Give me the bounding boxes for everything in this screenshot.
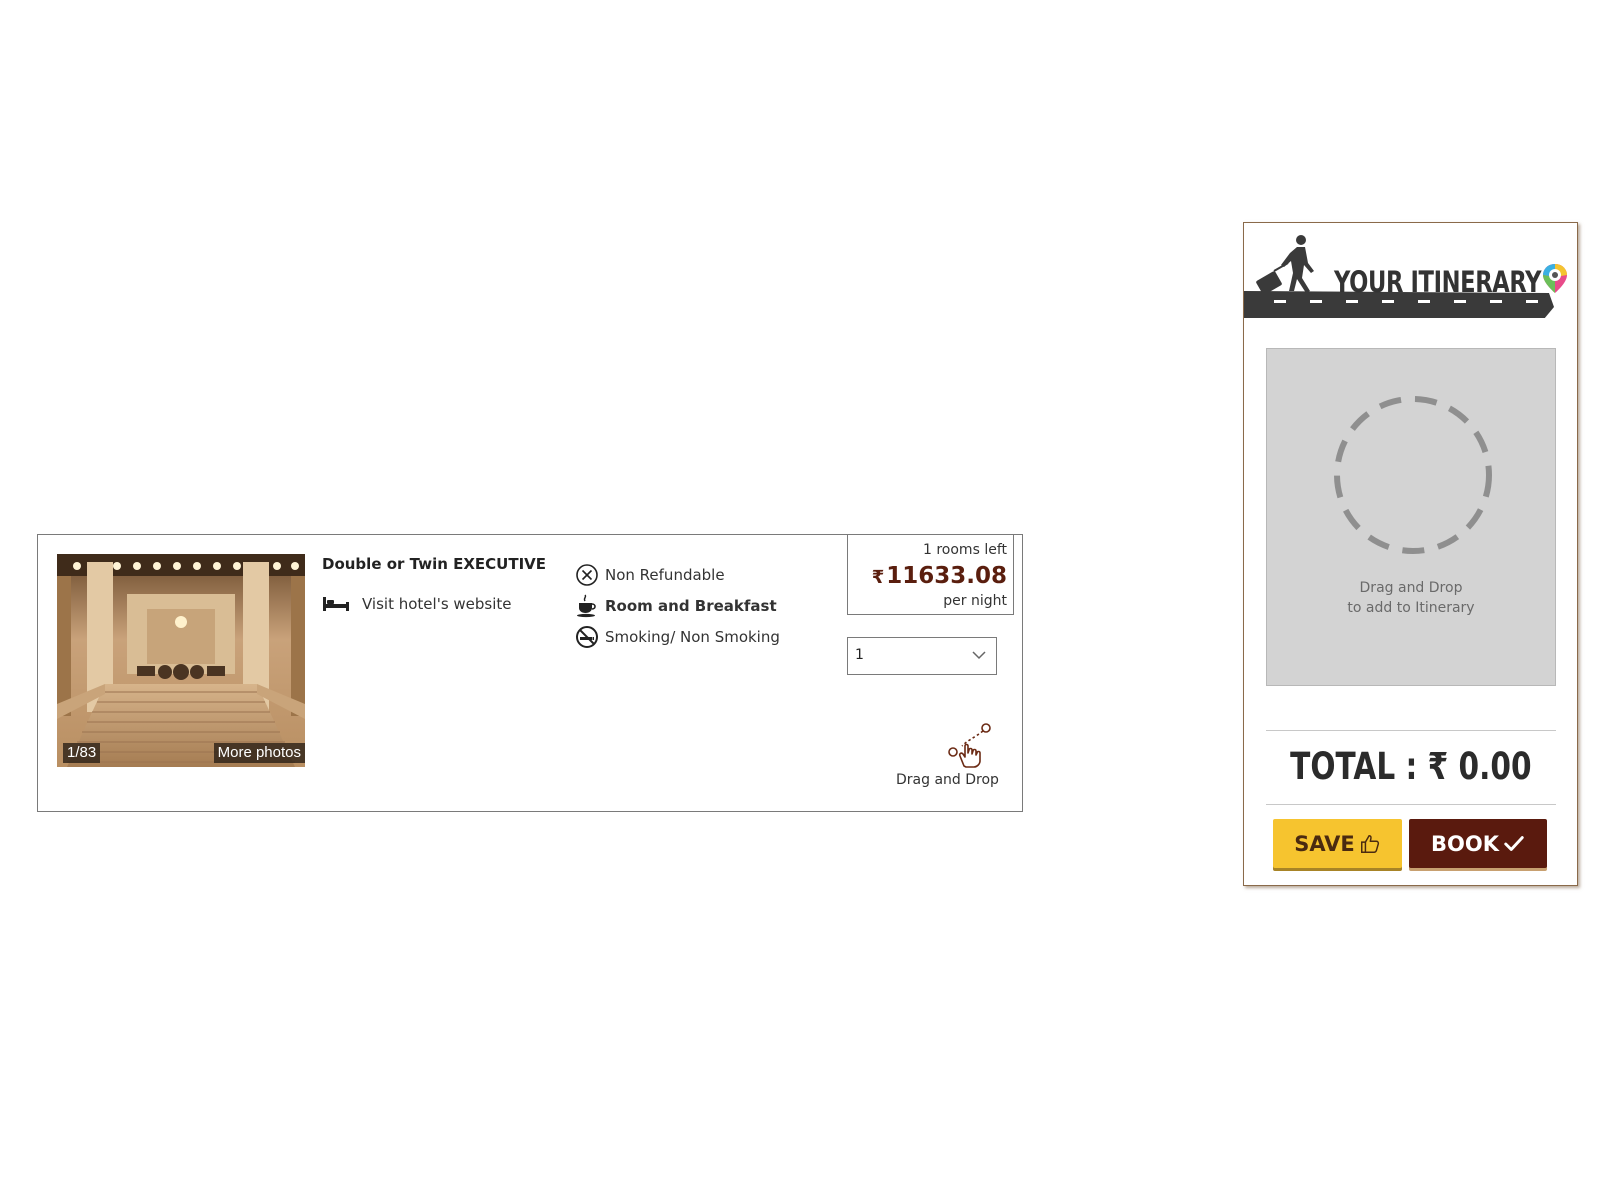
feature-meal: Room and Breakfast [575, 594, 777, 618]
divider [1266, 730, 1556, 731]
bed-icon [323, 597, 349, 611]
price-currency: ₹ [871, 567, 885, 588]
room-quantity-select[interactable]: 1 [847, 637, 997, 675]
itinerary-header: YOUR ITINERARY [1244, 233, 1577, 319]
drag-and-drop-handle[interactable]: Drag and Drop [894, 720, 1004, 794]
hotel-website-link[interactable]: Visit hotel's website [322, 595, 512, 613]
room-card: 1/83 More photos Double or Twin EXECUTIV… [37, 534, 1023, 812]
hotel-website-label: Visit hotel's website [362, 595, 512, 613]
itinerary-drop-zone[interactable]: Drag and Drop to add to Itinerary [1266, 348, 1556, 686]
coffee-cup-icon [577, 594, 596, 618]
lobby-staircase-image [57, 554, 305, 767]
rooms-left: 1 rooms left [923, 542, 1007, 558]
drop-target-ring-icon [1334, 396, 1492, 554]
price-amount: 11633.08 [886, 563, 1007, 589]
drag-and-drop-label: Drag and Drop [896, 772, 999, 788]
book-button-label: BOOK [1431, 831, 1499, 856]
price: ₹11633.08 [848, 562, 1007, 592]
feature-smoking-label: Smoking/ Non Smoking [605, 628, 780, 646]
per-night: per night [943, 593, 1007, 609]
x-circle-icon [576, 564, 598, 586]
feature-smoking: Smoking/ Non Smoking [575, 625, 780, 649]
save-button[interactable]: SAVE [1273, 819, 1402, 868]
room-quantity-value: 1 [855, 647, 864, 663]
price-box: 1 rooms left ₹11633.08 per night [847, 534, 1014, 615]
itinerary-total: TOTAL : ₹ 0.00 [1244, 745, 1577, 788]
room-name: Double or Twin EXECUTIVE [322, 555, 547, 573]
room-photo[interactable]: 1/83 More photos [57, 554, 305, 767]
feature-refund: Non Refundable [575, 563, 725, 587]
itinerary-total-text: TOTAL : ₹ 0.00 [1289, 745, 1532, 788]
divider [1266, 804, 1556, 805]
more-photos-link[interactable]: More photos [213, 743, 305, 763]
save-button-label: SAVE [1294, 831, 1355, 856]
checkmark-icon [1504, 835, 1524, 851]
drop-hint-line1: Drag and Drop [1359, 580, 1463, 596]
no-smoking-icon [576, 626, 598, 648]
chevron-down-icon [972, 651, 986, 660]
feature-meal-label: Room and Breakfast [605, 597, 777, 615]
photo-counter: 1/83 [63, 743, 101, 763]
book-button[interactable]: BOOK [1409, 819, 1547, 868]
feature-refund-label: Non Refundable [605, 566, 725, 584]
drag-hand-icon [948, 723, 991, 768]
itinerary-title: YOUR ITINERARY [1334, 265, 1542, 299]
itinerary-panel: YOUR ITINERARY Drag and Drop to add to I… [1243, 222, 1578, 886]
drop-hint-line2: to add to Itinerary [1347, 600, 1475, 616]
thumbs-up-icon [1360, 834, 1379, 853]
